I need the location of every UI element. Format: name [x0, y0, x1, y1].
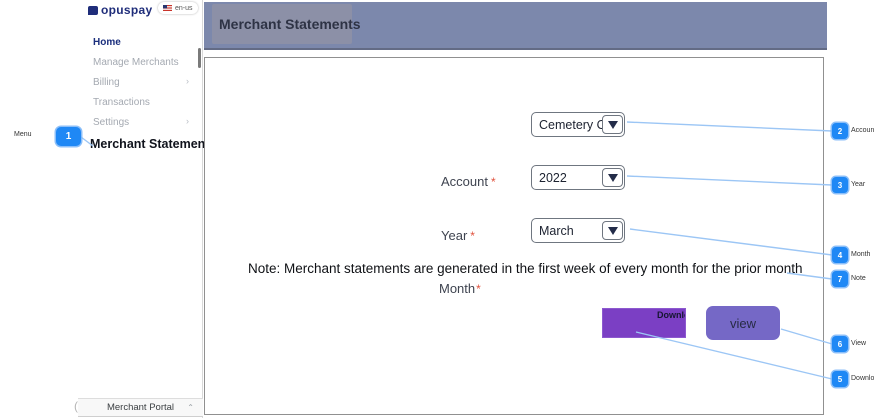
annotation-label-note: Note: [851, 275, 866, 282]
annotation-label-account: Account: [851, 127, 874, 134]
sidebar-item-home[interactable]: Home: [93, 37, 121, 48]
month-label-text: Month: [439, 281, 476, 296]
annotation-badge-view: 6: [832, 336, 848, 352]
account-required-mark: *: [490, 175, 496, 189]
month-dropdown-value: March: [539, 223, 574, 238]
month-label: Month*: [439, 281, 481, 296]
year-label-text: Year: [441, 228, 468, 243]
sidebar-scrollbar-thumb[interactable]: [198, 48, 201, 68]
download-button[interactable]: Download: [602, 308, 686, 338]
month-required-mark: *: [476, 282, 481, 296]
collapse-caret-icon[interactable]: ⌃: [187, 403, 194, 412]
statements-note: Note: Merchant statements are generated …: [248, 261, 803, 276]
billing-chevron-icon: ›: [186, 76, 189, 86]
annotation-badge-month: 4: [832, 247, 848, 263]
account-dropdown-value: Cemetery One: [539, 117, 602, 132]
brand-logo-text: opuspay: [101, 3, 153, 17]
sidebar-edge-mark: (: [74, 399, 78, 413]
sidebar-item-transactions[interactable]: Transactions: [93, 97, 150, 108]
sidebar: opuspay en-us Home Manage Merchants Bill…: [78, 0, 216, 418]
annotation-label-download: Download: [851, 375, 874, 382]
year-dropdown-value: 2022: [539, 170, 567, 185]
page-header: Merchant Statements: [204, 2, 827, 50]
year-dropdown[interactable]: 2022: [531, 165, 625, 190]
annotation-label-year: Year: [851, 181, 866, 188]
sidebar-item-settings[interactable]: Settings: [93, 117, 129, 128]
brand-logo-icon: [88, 5, 98, 15]
annotation-badge-year: 3: [832, 177, 848, 193]
annotation-badge-account: 2: [832, 123, 848, 139]
sidebar-item-merchant-statements[interactable]: Merchant Statements: [90, 137, 216, 151]
download-button-label: Download: [657, 310, 685, 320]
merchant-portal-switcher[interactable]: Merchant Portal ⌃: [78, 398, 203, 417]
locale-selector[interactable]: en-us: [158, 2, 198, 14]
view-button[interactable]: view: [706, 306, 780, 340]
brand-logo[interactable]: opuspay: [88, 3, 152, 17]
chevron-down-icon: [607, 120, 618, 129]
page-title: Merchant Statements: [219, 16, 361, 32]
chevron-down-icon: [607, 226, 618, 235]
locale-label: en-us: [175, 4, 193, 12]
chevron-down-icon: [607, 173, 618, 182]
month-dropdown-button[interactable]: [602, 221, 623, 240]
us-flag-icon: [163, 4, 172, 12]
annotation-label-view: View: [851, 340, 867, 347]
annotation-label-menu: Menu: [14, 131, 32, 138]
year-required-mark: *: [470, 229, 475, 243]
account-label: Account *: [441, 174, 496, 189]
sidebar-item-billing[interactable]: Billing: [93, 77, 120, 88]
content-panel: Account* Cemetery One Year* 2022 Month* …: [204, 57, 824, 415]
account-label-text: Account: [441, 174, 488, 189]
month-dropdown[interactable]: March: [531, 218, 625, 243]
page-title-box: Merchant Statements: [212, 4, 361, 44]
app-canvas: opuspay en-us Home Manage Merchants Bill…: [0, 0, 874, 420]
sidebar-item-manage-merchants[interactable]: Manage Merchants: [93, 57, 179, 68]
year-label: Year *: [441, 228, 475, 243]
settings-chevron-icon: ›: [186, 116, 189, 126]
account-dropdown-button[interactable]: [602, 115, 623, 134]
merchant-portal-label: Merchant Portal: [106, 402, 175, 413]
annotation-badge-download: 5: [832, 371, 848, 387]
account-dropdown[interactable]: Cemetery One: [531, 112, 625, 137]
annotation-badge-note: 7: [832, 271, 848, 287]
annotation-badge-menu: 1: [56, 127, 81, 146]
annotation-label-month: Month: [851, 251, 871, 258]
year-dropdown-button[interactable]: [602, 168, 623, 187]
